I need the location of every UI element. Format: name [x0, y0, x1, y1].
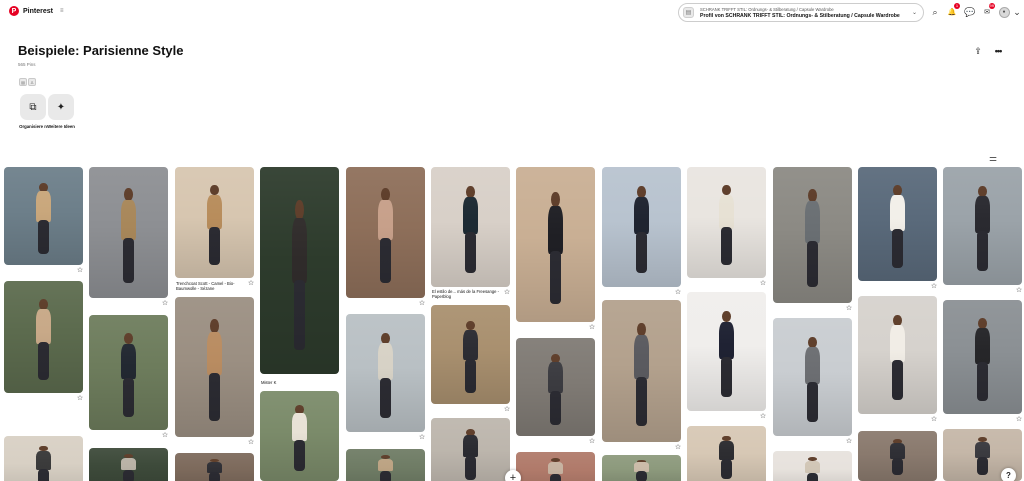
help-button[interactable]: ?	[1001, 468, 1016, 481]
pin-card[interactable]	[89, 448, 168, 481]
pin-image	[888, 185, 907, 269]
save-star-icon[interactable]: ☆	[930, 283, 938, 291]
save-star-icon[interactable]: ☆	[588, 324, 596, 332]
pin-card[interactable]	[773, 451, 852, 481]
save-star-icon[interactable]: ☆	[161, 432, 169, 440]
pin-card[interactable]	[431, 305, 510, 404]
save-star-icon[interactable]: ☆	[161, 300, 169, 308]
pin-image	[461, 429, 480, 481]
pin-image	[888, 439, 907, 476]
pin-card[interactable]	[858, 167, 937, 281]
pin-image	[717, 311, 736, 399]
pin-card[interactable]	[516, 452, 595, 481]
pin-image	[119, 454, 138, 481]
pin-card[interactable]	[602, 167, 681, 287]
pin-image	[34, 182, 53, 256]
save-star-icon[interactable]: ☆	[759, 280, 767, 288]
pin-image	[888, 314, 907, 402]
pin-image	[290, 200, 309, 353]
pin-card[interactable]	[773, 318, 852, 436]
pin-card[interactable]	[175, 453, 254, 481]
pin-image	[34, 298, 53, 382]
pin-card[interactable]	[4, 281, 83, 393]
pin-image	[290, 405, 309, 472]
pin-card[interactable]	[602, 300, 681, 442]
pin-card[interactable]	[4, 167, 83, 265]
pin-card[interactable]	[687, 167, 766, 278]
pin-image	[205, 319, 224, 423]
pin-card[interactable]	[858, 296, 937, 414]
pin-card[interactable]	[260, 391, 339, 481]
pin-card[interactable]	[175, 297, 254, 437]
save-star-icon[interactable]: ☆	[76, 395, 84, 403]
pin-card[interactable]	[687, 292, 766, 411]
pin-caption-el-estilo[interactable]: El estilo de... más de la Freesange - Pa…	[432, 289, 506, 299]
pin-card[interactable]	[687, 426, 766, 481]
save-star-icon[interactable]: ☆	[418, 300, 426, 308]
pin-image	[632, 186, 651, 275]
pin-image	[376, 332, 395, 420]
add-pin-button[interactable]: +	[505, 470, 521, 481]
pin-image	[461, 320, 480, 394]
save-star-icon[interactable]: ☆	[76, 267, 84, 275]
save-star-icon[interactable]: ☆	[845, 438, 853, 446]
pin-card[interactable]	[346, 314, 425, 432]
pin-card[interactable]	[943, 167, 1022, 285]
save-star-icon[interactable]: ☆	[674, 289, 682, 297]
pin-image	[973, 437, 992, 475]
pin-image	[803, 457, 822, 481]
save-star-icon[interactable]: ☆	[503, 406, 511, 414]
save-star-icon[interactable]: ☆	[247, 280, 255, 288]
save-star-icon[interactable]: ☆	[759, 413, 767, 421]
pin-card[interactable]	[858, 431, 937, 481]
pin-caption-mister-k[interactable]: Mister K	[261, 380, 335, 385]
pin-card[interactable]	[516, 338, 595, 436]
pin-image	[803, 188, 822, 290]
pin-card[interactable]	[4, 436, 83, 481]
pin-image	[461, 186, 480, 275]
pin-image	[546, 458, 565, 481]
save-star-icon[interactable]: ☆	[503, 289, 511, 297]
save-star-icon[interactable]: ☆	[674, 444, 682, 452]
pin-image	[205, 458, 224, 481]
pin-image	[632, 459, 651, 481]
pin-card[interactable]	[516, 167, 595, 322]
save-star-icon[interactable]: ☆	[588, 438, 596, 446]
pin-card[interactable]	[602, 455, 681, 481]
pin-card[interactable]	[175, 167, 254, 278]
pin-image	[119, 187, 138, 285]
pin-card[interactable]	[346, 449, 425, 481]
pin-card[interactable]	[89, 315, 168, 430]
pin-card[interactable]	[773, 167, 852, 303]
pin-card[interactable]	[431, 418, 510, 481]
pin-card[interactable]	[346, 167, 425, 298]
pin-image	[803, 336, 822, 424]
save-star-icon[interactable]: ☆	[845, 305, 853, 313]
pin-image	[546, 353, 565, 427]
pin-grid: Trenchcoat Scott - Camel - Bio-Baumwolle…	[0, 0, 1024, 481]
pin-image	[973, 318, 992, 402]
pin-card[interactable]	[89, 167, 168, 298]
pin-image	[717, 184, 736, 267]
pin-card[interactable]	[431, 167, 510, 287]
pin-image	[119, 333, 138, 418]
save-star-icon[interactable]: ☆	[418, 434, 426, 442]
pin-caption-trenchcoat[interactable]: Trenchcoat Scott - Camel - Bio-Baumwolle…	[176, 281, 250, 291]
save-star-icon[interactable]: ☆	[930, 416, 938, 424]
pin-card[interactable]	[260, 167, 339, 374]
pin-image	[632, 322, 651, 428]
pin-image	[376, 455, 395, 481]
pin-image	[376, 187, 395, 285]
pin-image	[34, 445, 53, 481]
save-star-icon[interactable]: ☆	[1015, 416, 1023, 424]
save-star-icon[interactable]: ☆	[247, 439, 255, 447]
pin-image	[205, 184, 224, 267]
save-star-icon[interactable]: ☆	[1015, 287, 1023, 295]
pin-image	[546, 191, 565, 307]
pin-image	[717, 435, 736, 480]
pin-card[interactable]	[943, 300, 1022, 414]
pin-image	[973, 185, 992, 273]
